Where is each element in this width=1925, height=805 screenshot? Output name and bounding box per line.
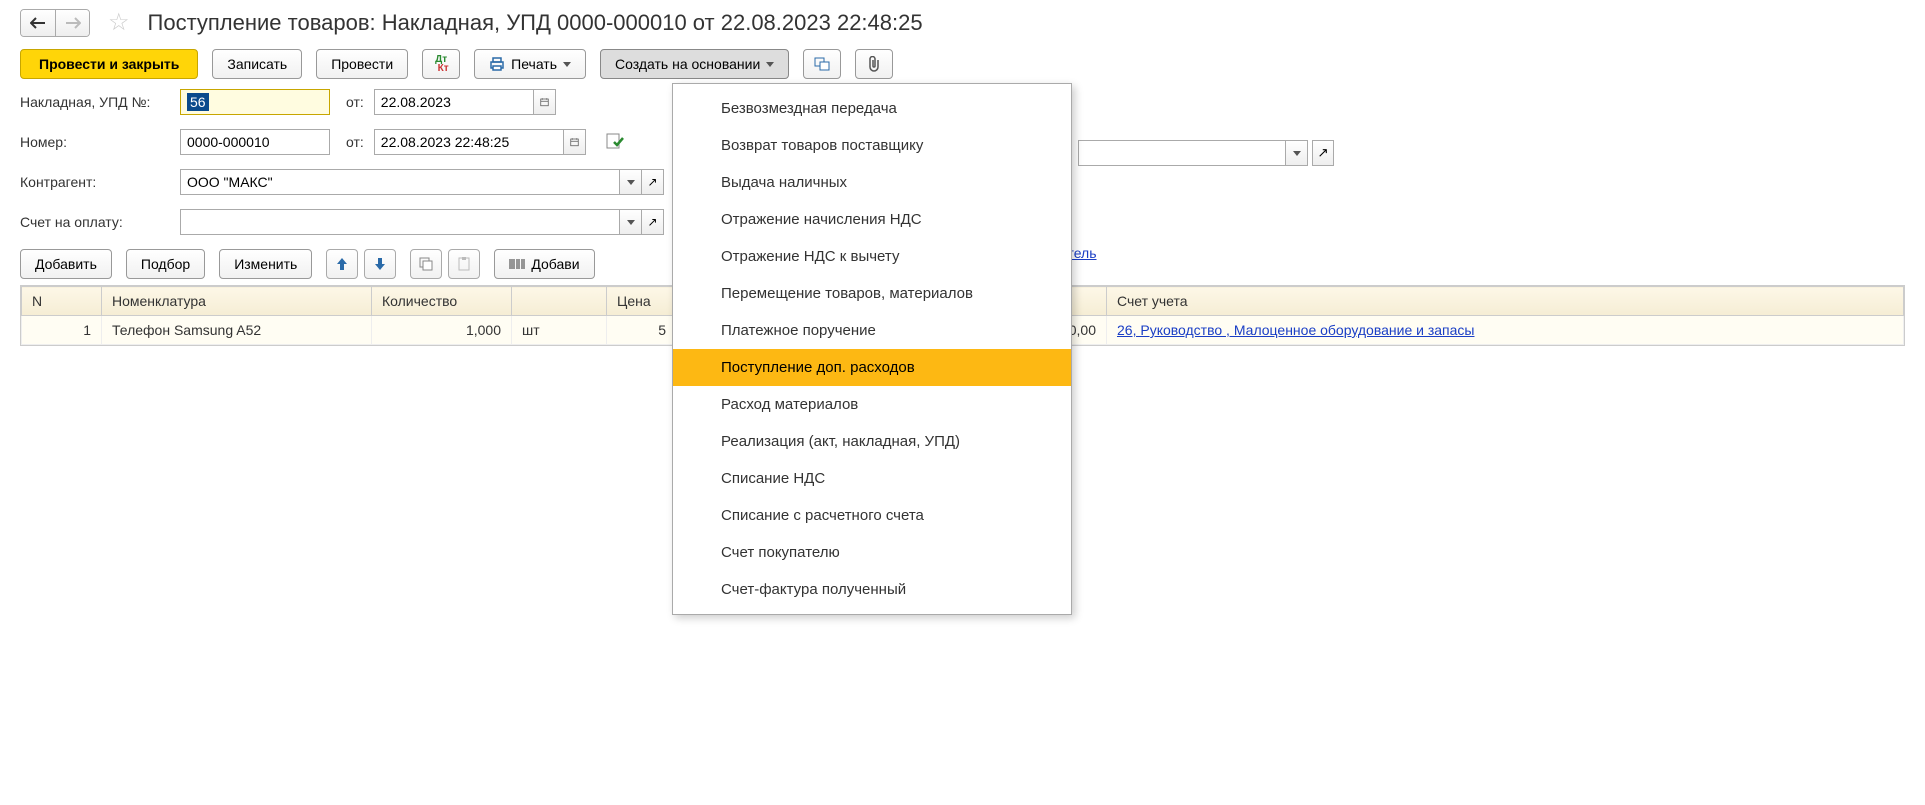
dropdown-item[interactable]: Платежное поручение <box>673 312 1071 349</box>
paperclip-icon <box>867 56 881 72</box>
col-price[interactable]: Цена <box>607 287 677 316</box>
right-combo-dropdown[interactable] <box>1285 141 1307 165</box>
printer-icon <box>489 57 505 71</box>
right-combo-open[interactable]: ↗ <box>1312 140 1334 166</box>
add-by-barcode-button[interactable]: Добави <box>494 249 594 279</box>
col-unit[interactable] <box>512 287 607 316</box>
col-qty[interactable]: Количество <box>372 287 512 316</box>
invoice-date-input[interactable] <box>374 89 534 115</box>
right-combo[interactable] <box>1078 140 1308 166</box>
print-button[interactable]: Печать <box>474 49 586 79</box>
copy-icon <box>419 257 433 271</box>
nav-back-button[interactable] <box>21 10 55 36</box>
nav-forward-button[interactable] <box>55 10 89 36</box>
move-down-button[interactable] <box>364 249 396 279</box>
col-nomen[interactable]: Номенклатура <box>102 287 372 316</box>
dropdown-item[interactable]: Выдача наличных <box>673 164 1071 201</box>
favorite-icon[interactable]: ☆ <box>108 8 130 37</box>
dropdown-item[interactable]: Перемещение товаров, материалов <box>673 275 1071 312</box>
contragent-open-button[interactable]: ↗ <box>641 170 663 194</box>
payment-open-button[interactable]: ↗ <box>641 210 663 234</box>
payment-account-input[interactable] <box>181 210 619 234</box>
create-based-button[interactable]: Создать на основании <box>600 49 789 79</box>
col-account[interactable]: Счет учета <box>1107 287 1904 316</box>
dropdown-item[interactable]: Безвозмездная передача <box>673 90 1071 127</box>
number-label: Номер: <box>20 134 170 150</box>
barcode-icon <box>509 258 525 270</box>
move-up-button[interactable] <box>326 249 358 279</box>
chevron-down-icon <box>766 62 774 67</box>
dropdown-item[interactable]: Поступление доп. расходов <box>673 349 1071 386</box>
contragent-input[interactable] <box>181 170 619 194</box>
arrow-left-icon <box>30 17 46 29</box>
payment-account-combo[interactable]: ↗ <box>180 209 664 235</box>
dropdown-item[interactable]: Отражение начисления НДС <box>673 201 1071 238</box>
calendar-icon <box>570 136 579 148</box>
dropdown-item[interactable]: Списание НДС <box>673 460 1071 497</box>
dtkt-icon: ДтКт <box>434 55 449 73</box>
invoice-number-label: Накладная, УПД №: <box>20 94 170 110</box>
add-by-barcode-label: Добави <box>531 256 579 272</box>
dropdown-item[interactable]: Счет покупателю <box>673 534 1071 571</box>
date-picker-button-1[interactable] <box>534 89 556 115</box>
pick-button[interactable]: Подбор <box>126 249 205 279</box>
right-combo-input[interactable] <box>1079 141 1285 165</box>
add-row-button[interactable]: Добавить <box>20 249 112 279</box>
col-n[interactable]: N <box>22 287 102 316</box>
dtkt-button[interactable]: ДтКт <box>422 49 460 79</box>
date-picker-button-2[interactable] <box>564 129 586 155</box>
dropdown-item[interactable]: Отражение НДС к вычету <box>673 238 1071 275</box>
link-docs-icon <box>814 57 830 71</box>
doc-datetime-input[interactable] <box>374 129 564 155</box>
dropdown-item[interactable]: Реализация (акт, накладная, УПД) <box>673 423 1071 460</box>
invoice-number-input[interactable]: 56 <box>180 89 330 115</box>
from-label-2: от: <box>346 134 364 150</box>
edit-row-button[interactable]: Изменить <box>219 249 312 279</box>
payment-account-label: Счет на оплату: <box>20 214 170 230</box>
account-link[interactable]: 26, Руководство , Малоценное оборудовани… <box>1117 322 1474 338</box>
print-label: Печать <box>511 56 557 72</box>
save-button[interactable]: Записать <box>212 49 302 79</box>
related-docs-button[interactable] <box>803 49 841 79</box>
dropdown-item[interactable]: Счет-фактура полученный <box>673 571 1071 608</box>
create-based-label: Создать на основании <box>615 56 760 72</box>
arrow-down-icon <box>374 257 386 271</box>
post-and-close-button[interactable]: Провести и закрыть <box>20 49 198 79</box>
contragent-label: Контрагент: <box>20 174 170 190</box>
from-label-1: от: <box>346 94 364 110</box>
arrow-up-icon <box>336 257 348 271</box>
copy-button[interactable] <box>410 249 442 279</box>
doc-number-input[interactable] <box>180 129 330 155</box>
post-button[interactable]: Провести <box>316 49 408 79</box>
contragent-dropdown-button[interactable] <box>619 170 641 194</box>
contragent-combo[interactable]: ↗ <box>180 169 664 195</box>
chevron-down-icon <box>563 62 571 67</box>
attachments-button[interactable] <box>855 49 893 79</box>
dropdown-item[interactable]: Расход материалов <box>673 386 1071 423</box>
posted-icon <box>606 133 624 152</box>
paste-button[interactable] <box>448 249 480 279</box>
payment-dropdown-button[interactable] <box>619 210 641 234</box>
dropdown-item[interactable]: Возврат товаров поставщику <box>673 127 1071 164</box>
create-based-dropdown: Безвозмездная передачаВозврат товаров по… <box>672 83 1072 615</box>
paste-icon <box>457 257 471 271</box>
page-title: Поступление товаров: Накладная, УПД 0000… <box>148 10 923 36</box>
arrow-right-icon <box>65 17 81 29</box>
dropdown-item[interactable]: Списание с расчетного счета <box>673 497 1071 534</box>
calendar-icon <box>540 96 549 108</box>
